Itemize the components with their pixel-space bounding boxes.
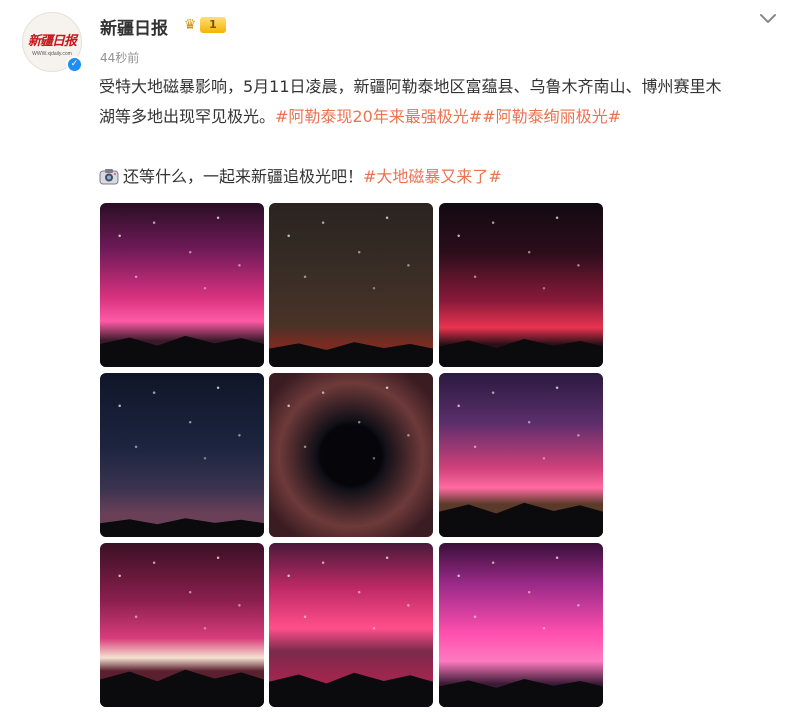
photo-horizon (100, 669, 264, 707)
crown-icon: ♛ (183, 17, 197, 33)
verified-icon: ✓ (66, 56, 83, 73)
badge-level: 1 (200, 17, 226, 33)
photo-stars (269, 203, 433, 367)
photo-horizon (439, 678, 603, 707)
photo-6[interactable] (439, 373, 603, 537)
photo-horizon (269, 342, 433, 367)
username[interactable]: 新疆日报 (100, 14, 168, 39)
photo-horizon (269, 672, 433, 707)
member-badge[interactable]: ♛ 1 (180, 16, 226, 34)
photo-1[interactable] (100, 203, 264, 367)
avatar-logo: 新疆日报 (27, 34, 77, 49)
content-blank-line (99, 132, 783, 162)
content-line-2: 湖等多地出现罕见极光。#阿勒泰现20年来最强极光##阿勒泰绚丽极光# (99, 102, 783, 132)
hashtag-link[interactable]: #大地磁暴又来了# (363, 167, 502, 186)
content-line-1: 受特大地磁暴影响，5月11日凌晨，新疆阿勒泰地区富蕴县、乌鲁木齐南山、博州赛里木 (99, 77, 722, 96)
weibo-post: 新疆日报 WWW.xjdaily.com ✓ 新疆日报 ♛ 1 44秒前 受特大… (0, 0, 791, 714)
photo-horizon (439, 502, 603, 537)
photo-8[interactable] (269, 543, 433, 707)
photo-2[interactable] (269, 203, 433, 367)
photo-horizon (100, 335, 264, 367)
camera-icon (99, 169, 119, 185)
photo-4[interactable] (100, 373, 264, 537)
photo-horizon (100, 518, 264, 537)
photo-5[interactable] (269, 373, 433, 537)
content-line-3: 还等什么，一起来新疆追极光吧！#大地磁暴又来了# (99, 162, 783, 192)
photo-stars (100, 373, 264, 537)
chevron-down-icon[interactable] (758, 8, 778, 28)
post-content: 受特大地磁暴影响，5月11日凌晨，新疆阿勒泰地区富蕴县、乌鲁木齐南山、博州赛里木… (99, 72, 783, 192)
content-text: 还等什么，一起来新疆追极光吧！ (123, 167, 364, 186)
photo-3[interactable] (439, 203, 603, 367)
photo-9[interactable] (439, 543, 603, 707)
timestamp[interactable]: 44秒前 (100, 49, 139, 66)
content-text: 湖等多地出现罕见极光。 (99, 107, 276, 126)
photo-7[interactable] (100, 543, 264, 707)
hashtag-link[interactable]: #阿勒泰现20年来最强极光# (275, 107, 482, 126)
hashtag-link[interactable]: #阿勒泰绚丽极光# (482, 107, 621, 126)
photo-horizon (439, 338, 603, 367)
photo-stars (269, 373, 433, 537)
